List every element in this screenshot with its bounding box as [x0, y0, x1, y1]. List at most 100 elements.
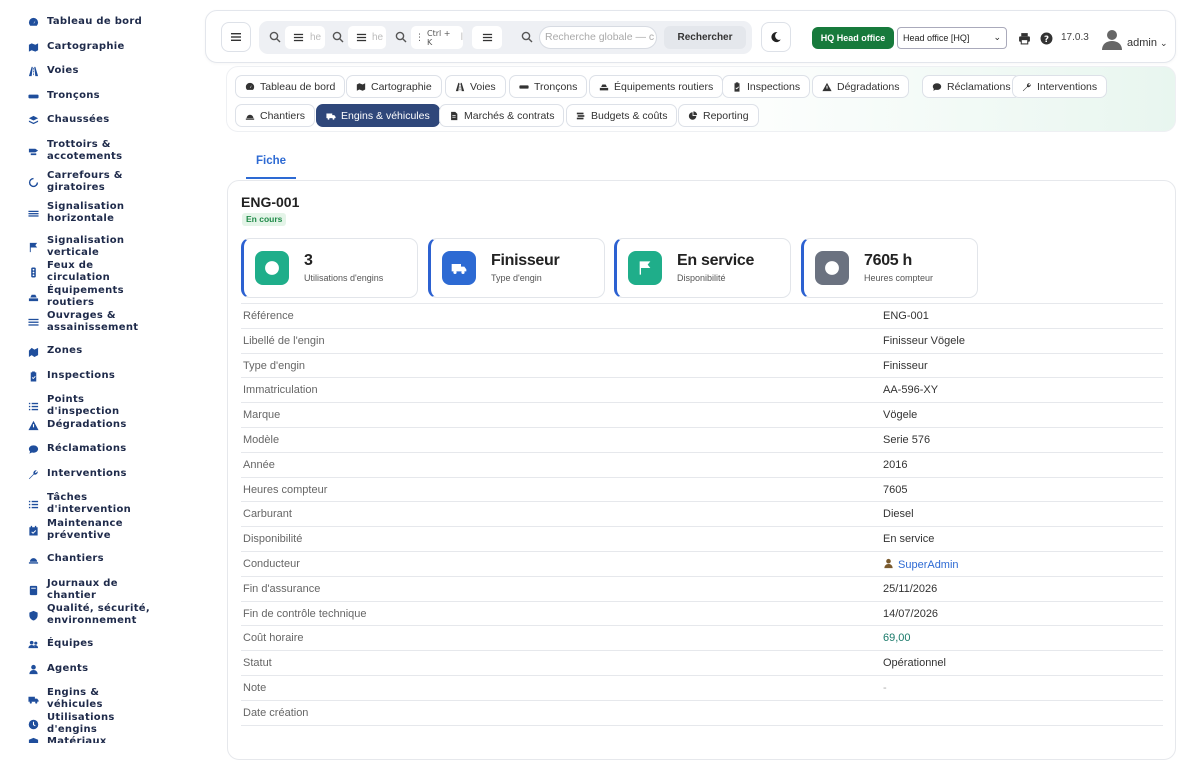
search-icon — [395, 31, 407, 43]
stat-card: 7605 h Heures compteur — [801, 238, 978, 298]
menu-toggle-button[interactable] — [221, 22, 251, 52]
warning-icon — [27, 419, 39, 431]
sidebar-item-22[interactable]: Qualité, sécurité, environnement — [27, 603, 157, 627]
nav-tile-7[interactable]: Réclamations — [922, 75, 1021, 98]
search-input-1[interactable]: he — [285, 26, 325, 49]
sidebar-item-23[interactable]: Équipes — [27, 638, 157, 650]
truck-icon — [27, 693, 39, 705]
search-input-2[interactable]: he — [348, 26, 386, 49]
nav-tile-0[interactable]: Tableau de bord — [235, 75, 346, 98]
help-icon[interactable]: ? — [1040, 32, 1053, 45]
table-row: Modèle Serie 576 — [241, 426, 1163, 452]
svg-text:?: ? — [1044, 35, 1049, 45]
sidebar-item-5[interactable]: Trottoirs & accotements — [27, 139, 157, 163]
sidebar-item-8[interactable]: Signalisation verticale — [27, 235, 157, 259]
sidebar-item-17[interactable]: Interventions — [27, 468, 157, 480]
water-icon — [27, 318, 39, 326]
tab-fiche[interactable]: Fiche — [246, 145, 296, 179]
sidebar-item-label: Tronçons — [47, 90, 100, 101]
user-menu[interactable]: admin ⌄ — [1127, 37, 1168, 49]
sidebar-item-9[interactable]: Feux de circulation — [27, 260, 157, 284]
flag-icon — [639, 261, 651, 275]
nav-tile-11[interactable]: Marchés & contrats — [439, 104, 565, 127]
field-value-text: 7605 — [883, 483, 908, 496]
sidebar-item-4[interactable]: Chaussées — [27, 114, 157, 126]
calendar-icon — [27, 524, 39, 536]
sidebar-item-16[interactable]: Réclamations — [27, 443, 157, 455]
table-row: Marque Vögele — [241, 402, 1163, 427]
nav-tile-8[interactable]: Interventions — [1012, 75, 1108, 98]
search-button[interactable]: Rechercher — [664, 26, 746, 49]
field-label: Conducteur — [243, 557, 300, 570]
sidebar-item-label: Tableau de bord — [47, 16, 143, 27]
stat-label: Utilisations d'engins — [304, 273, 384, 283]
sidebar-item-10[interactable]: Équipements routiers — [27, 285, 157, 309]
stat-value: 3 — [304, 252, 313, 269]
sidebar-item-18[interactable]: Tâches d'intervention — [27, 492, 157, 516]
nav-tile-3[interactable]: Tronçons — [509, 75, 588, 98]
sidebar-item-label: Points d'inspection — [47, 394, 120, 417]
table-row: Carburant Diesel — [241, 501, 1163, 526]
table-row: Disponibilité En service — [241, 526, 1163, 551]
field-value: 7605 — [883, 484, 907, 496]
moon-icon — [771, 32, 781, 43]
sidebar-item-11[interactable]: Ouvrages & assainissement — [27, 310, 157, 334]
sidebar-item-7[interactable]: Signalisation horizontale — [27, 201, 157, 225]
table-row: Note - — [241, 674, 1163, 700]
clock-icon — [825, 261, 839, 275]
status-badge: En cours — [242, 213, 287, 226]
nav-tile-10[interactable]: Engins & véhicules — [316, 104, 440, 127]
menu-button[interactable] — [472, 26, 502, 49]
chevron-down-icon: ⌄ — [993, 32, 1001, 42]
chart-pie-icon — [688, 110, 698, 120]
global-search-input[interactable]: Recherche globale — c — [539, 26, 657, 49]
sidebar-item-2[interactable]: Voies — [27, 65, 157, 77]
sidebar-item-1[interactable]: Cartographie — [27, 41, 157, 53]
sidebar-item-label: Chaussées — [47, 114, 110, 125]
sidebar-item-26[interactable]: Utilisations d'engins — [27, 712, 157, 736]
sidebar-item-14[interactable]: Points d'inspection — [27, 394, 157, 418]
map-icon — [27, 41, 39, 53]
sidebar-item-19[interactable]: Maintenance préventive — [27, 518, 157, 542]
sidebar-item-24[interactable]: Agents — [27, 663, 157, 675]
sidebar-item-0[interactable]: Tableau de bord — [27, 16, 157, 28]
sidewalk-icon — [28, 148, 38, 155]
nav-tile-4[interactable]: Équipements routiers — [589, 75, 724, 98]
traffic-light-icon — [27, 266, 39, 278]
sidebar-item-13[interactable]: Inspections — [27, 370, 157, 382]
nav-tile-label: Réclamations — [947, 80, 1011, 93]
hq-badge[interactable]: HQ Head office — [812, 27, 894, 49]
truck-icon — [27, 696, 39, 704]
office-select[interactable]: Head office [HQ] ⌄ — [897, 27, 1007, 49]
field-value-text: Finisseur Vögele — [883, 334, 965, 347]
field-label: Note — [243, 681, 267, 694]
sidebar-item-3[interactable]: Tronçons — [27, 90, 157, 102]
field-value-text: SuperAdmin — [898, 558, 959, 571]
nav-tile-5[interactable]: Inspections — [722, 75, 811, 98]
theme-toggle-button[interactable] — [761, 22, 791, 52]
field-value: Finisseur — [883, 360, 928, 372]
sidebar-item-27[interactable]: Matériaux — [27, 736, 157, 743]
nav-tile-6[interactable]: Dégradations — [812, 75, 910, 98]
nav-tile-1[interactable]: Cartographie — [346, 75, 442, 98]
sidebar-item-6[interactable]: Carrefours & giratoires — [27, 170, 157, 194]
sidebar-item-15[interactable]: Dégradations — [27, 419, 157, 431]
sidebar-item-25[interactable]: Engins & véhicules — [27, 687, 157, 711]
printer-icon[interactable] — [1018, 32, 1031, 45]
field-value[interactable]: SuperAdmin — [883, 558, 959, 571]
nav-tile-2[interactable]: Voies — [445, 75, 506, 98]
field-label: Fin de contrôle technique — [243, 607, 367, 620]
field-label: Carburant — [243, 508, 292, 521]
avatar[interactable] — [1101, 28, 1123, 50]
nav-tile-13[interactable]: Reporting — [678, 104, 759, 127]
nav-tile-label: Voies — [470, 80, 496, 93]
nav-tile-label: Équipements routiers — [614, 80, 714, 93]
roundabout-icon — [28, 177, 38, 187]
sidebar-item-21[interactable]: Journaux de chantier — [27, 578, 157, 602]
nav-tile-9[interactable]: Chantiers — [235, 104, 315, 127]
sidebar-item-label: Chantiers — [47, 553, 104, 564]
sidebar-item-12[interactable]: Zones — [27, 345, 157, 357]
sidebar-item-20[interactable]: Chantiers — [27, 553, 157, 565]
field-label: Référence — [243, 310, 294, 322]
nav-tile-12[interactable]: Budgets & coûts — [566, 104, 678, 127]
